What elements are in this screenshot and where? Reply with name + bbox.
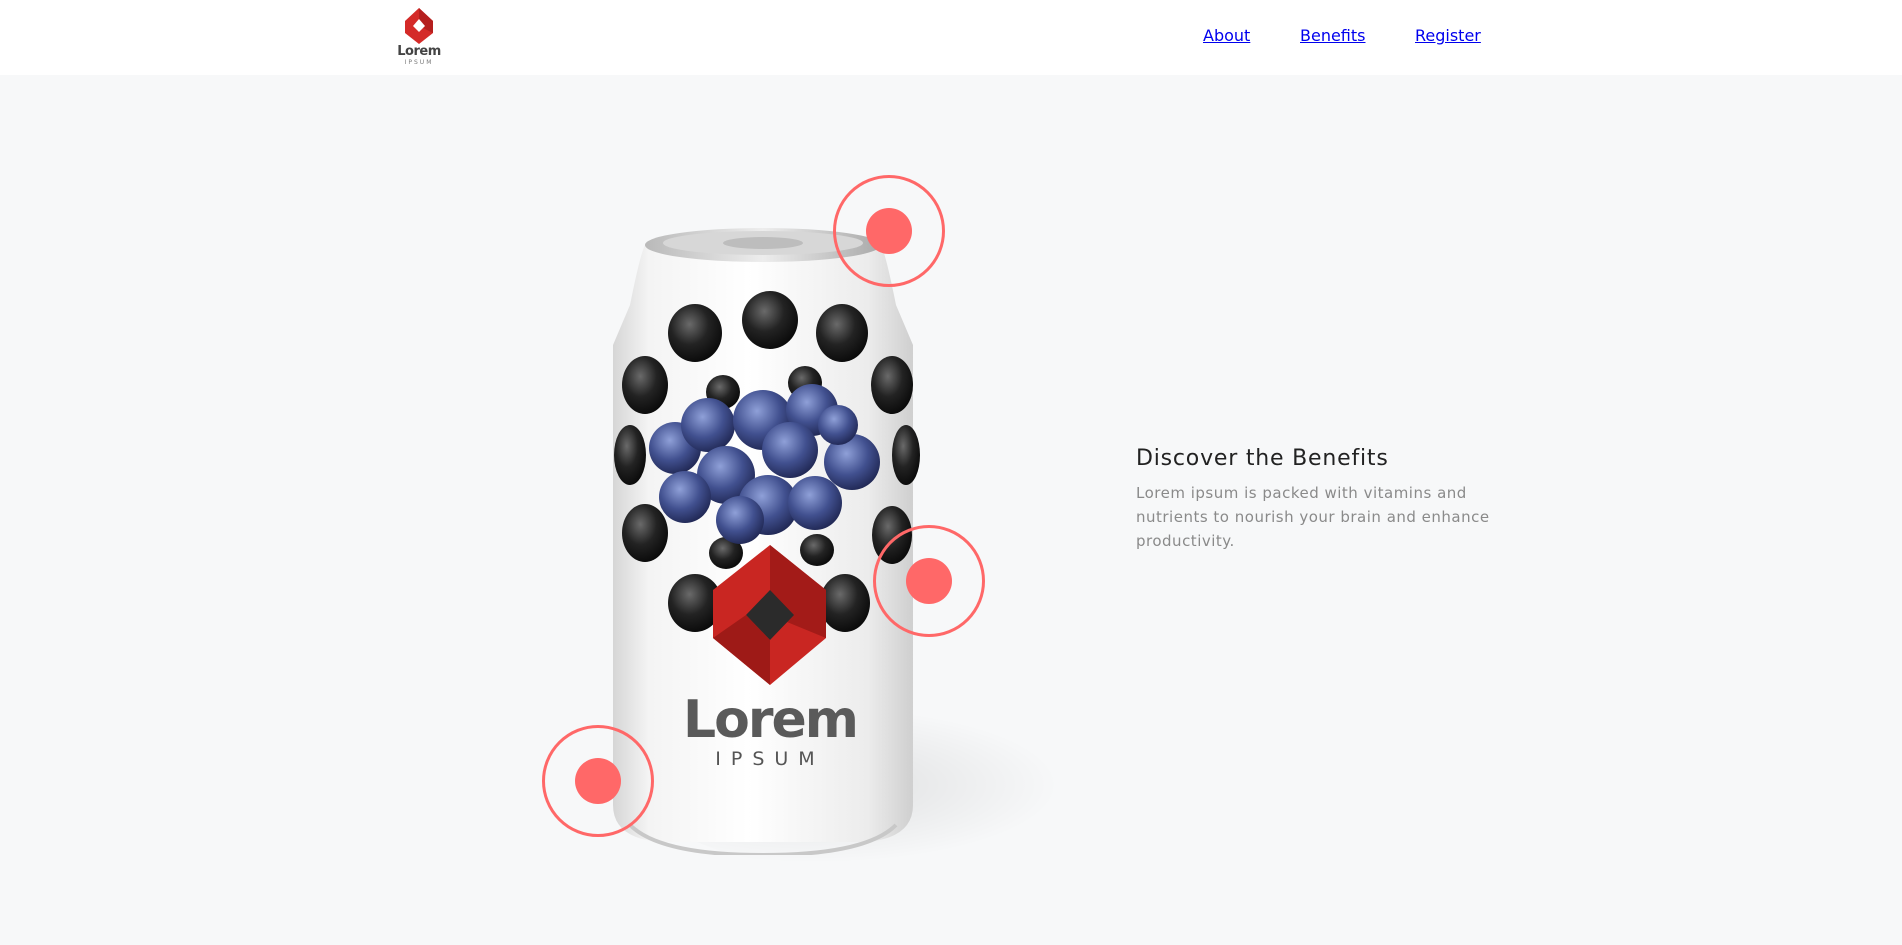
logo-tagline: IPSUM xyxy=(404,59,434,66)
logo-wordmark: Lorem xyxy=(397,44,441,59)
red-diamond-logo-icon xyxy=(405,8,433,44)
site-header: Lorem IPSUM About Benefits Register xyxy=(0,0,1902,75)
nav-link-register[interactable]: Register xyxy=(1415,26,1481,45)
benefits-title: Discover the Benefits xyxy=(1136,446,1389,471)
benefits-panel: Discover the Benefits Lorem ipsum is pac… xyxy=(1136,446,1516,553)
benefits-description: Lorem ipsum is packed with vitamins and … xyxy=(1136,484,1490,550)
hotspot-middle[interactable] xyxy=(873,525,985,637)
nav-link-about[interactable]: About xyxy=(1203,26,1250,45)
hotspot-dot xyxy=(575,758,621,804)
hotspot-top[interactable] xyxy=(833,175,945,287)
hotspot-dot xyxy=(906,558,952,604)
site-logo[interactable]: Lorem IPSUM xyxy=(397,7,441,66)
can-sub-text: IPSUM xyxy=(715,748,824,770)
can-brand-text: Lorem xyxy=(683,690,857,750)
hotspot-dot xyxy=(866,208,912,254)
nav-link-benefits[interactable]: Benefits xyxy=(1300,26,1366,45)
hotspot-bottom[interactable] xyxy=(542,725,654,837)
